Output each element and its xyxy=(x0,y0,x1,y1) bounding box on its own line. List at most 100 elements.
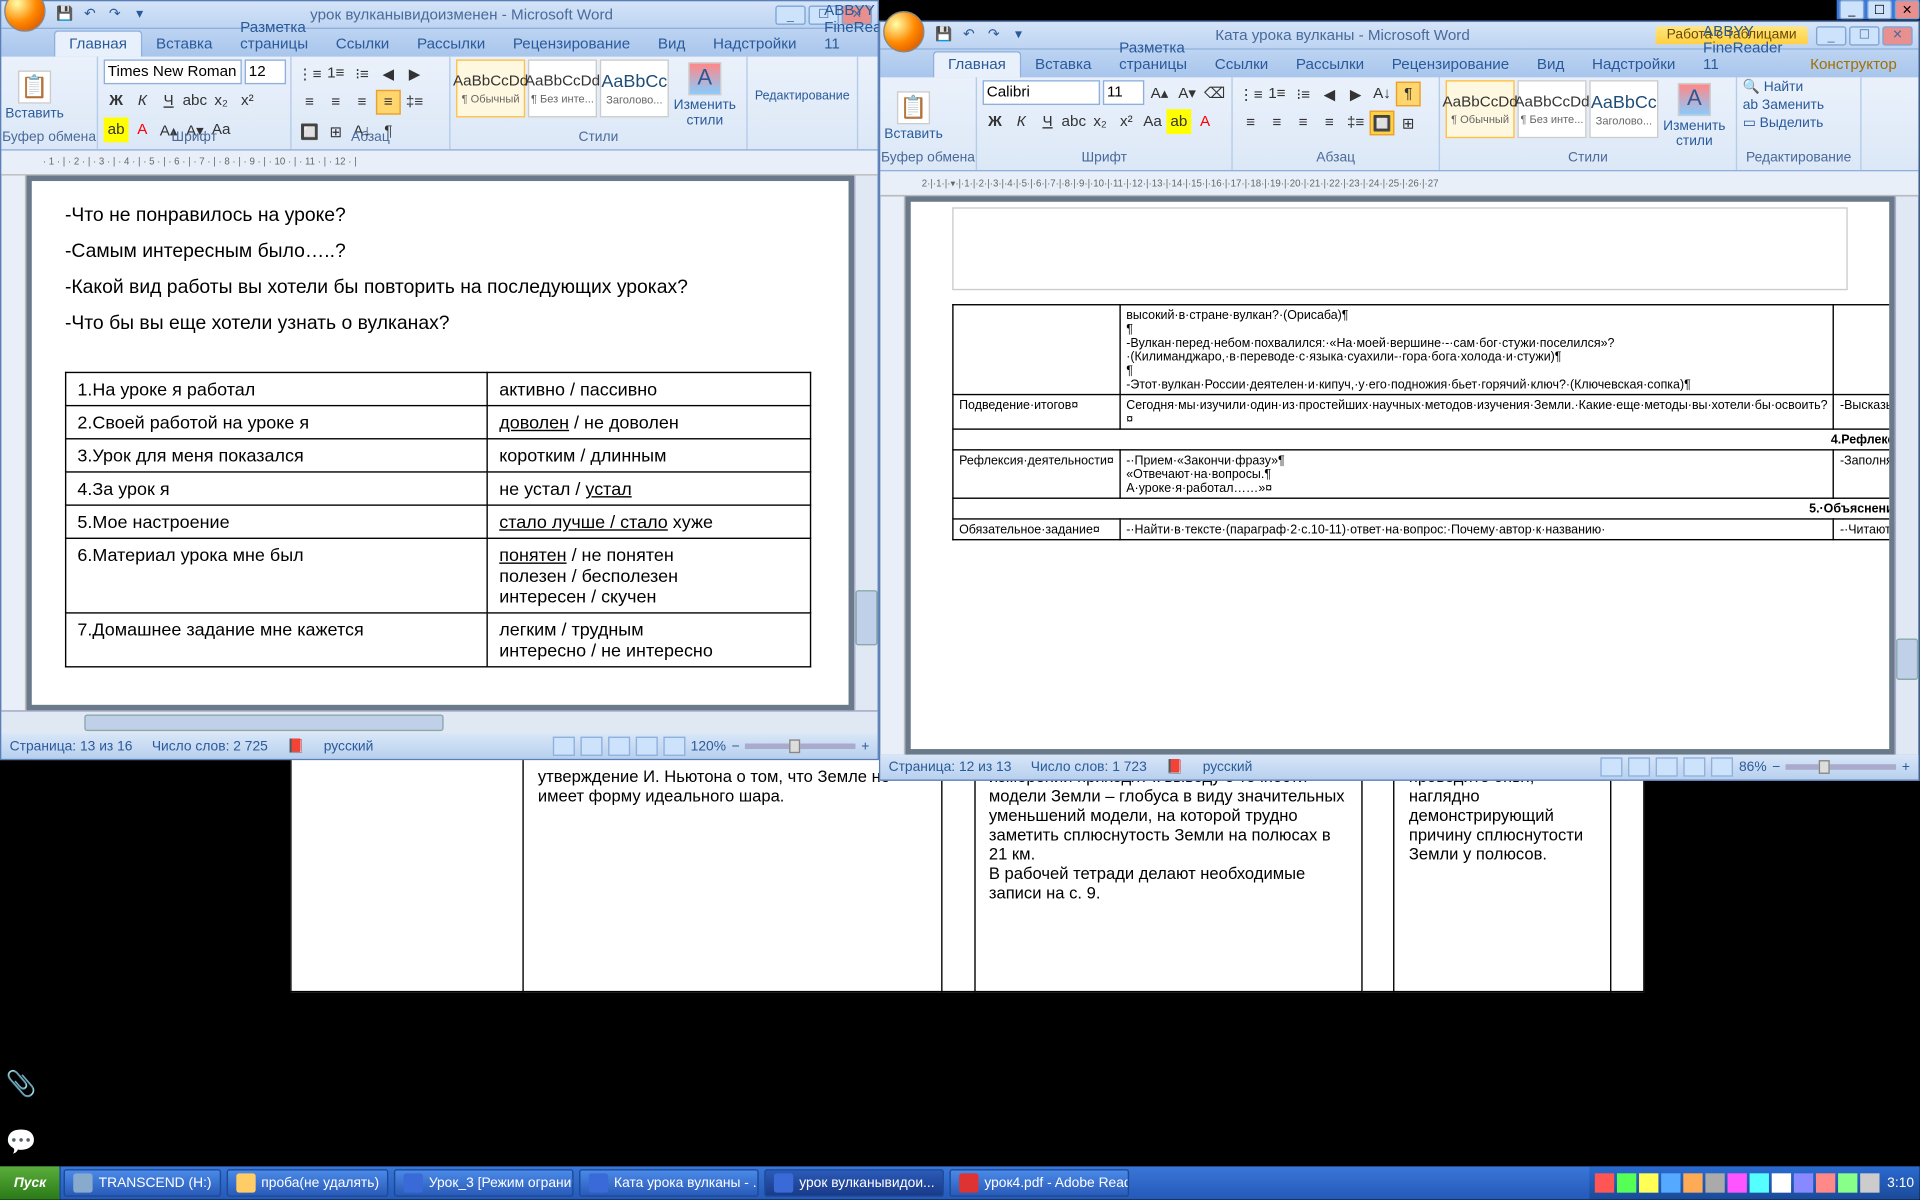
status-proofing-icon[interactable]: 📕 xyxy=(1166,759,1183,774)
paste-button[interactable]: 📋Вставить xyxy=(886,80,941,152)
tray-icon[interactable] xyxy=(1616,1173,1635,1192)
vertical-ruler[interactable] xyxy=(1,176,26,711)
clear-format-button[interactable]: ⌫ xyxy=(1202,80,1227,105)
justify-button[interactable]: ≡ xyxy=(376,90,401,115)
tab-refs[interactable]: Ссылки xyxy=(322,32,403,57)
desktop-minimize[interactable]: _ xyxy=(1839,0,1864,19)
document-page[interactable]: высокий·в·стране·вулкан?·(Орисаба)¶ ¶ -В… xyxy=(911,202,1889,749)
tab-design[interactable]: Конструктор xyxy=(1796,53,1910,78)
italic-button[interactable]: К xyxy=(1009,109,1034,134)
view-web[interactable] xyxy=(608,737,630,756)
system-tray[interactable]: 3:10 xyxy=(1589,1166,1920,1199)
status-lang[interactable]: русский xyxy=(1203,759,1253,774)
taskbar-item[interactable]: проба(не удалять) xyxy=(227,1169,389,1197)
change-case-button[interactable]: Aa xyxy=(1140,109,1165,134)
select-button[interactable]: ▭ Выделить xyxy=(1743,116,1824,131)
horizontal-ruler[interactable]: 2·|·1·|·▾·|·1·|·2·|·3·|·4·|·5·|·6·|·7·|·… xyxy=(880,171,1918,196)
tray-icon[interactable] xyxy=(1683,1173,1702,1192)
undo-icon[interactable]: ↶ xyxy=(958,24,980,46)
find-button[interactable]: 🔍 Найти xyxy=(1743,80,1804,95)
undo-icon[interactable]: ↶ xyxy=(79,3,101,25)
view-outline[interactable] xyxy=(1684,757,1706,776)
view-reading[interactable] xyxy=(580,737,602,756)
zoom-slider[interactable] xyxy=(745,744,856,750)
vertical-ruler[interactable] xyxy=(880,196,905,754)
subscript-button[interactable]: x₂ xyxy=(1088,109,1113,134)
status-lang[interactable]: русский xyxy=(324,739,374,754)
tab-review[interactable]: Рецензирование xyxy=(499,32,644,57)
style-no-spacing[interactable]: AaBbCcDd¶ Без инте... xyxy=(1517,80,1586,138)
multilevel-button[interactable]: ⁝≡ xyxy=(1291,82,1316,107)
multilevel-button[interactable]: ⁝≡ xyxy=(350,61,375,86)
zoom-out-button[interactable]: − xyxy=(1772,759,1780,774)
font-color-button[interactable]: A xyxy=(1193,109,1218,134)
tray-icon[interactable] xyxy=(1661,1173,1680,1192)
save-icon[interactable]: 💾 xyxy=(54,3,76,25)
tab-mail[interactable]: Рассылки xyxy=(403,32,499,57)
tab-table-layout[interactable]: Макет xyxy=(1911,53,1920,78)
tray-icon[interactable] xyxy=(1860,1173,1879,1192)
zoom-out-button[interactable]: − xyxy=(732,739,740,754)
underline-button[interactable]: Ч xyxy=(1035,109,1060,134)
status-page[interactable]: Страница: 13 из 16 xyxy=(10,739,133,754)
style-heading[interactable]: AaBbCcЗаголово... xyxy=(1589,80,1658,138)
style-normal[interactable]: AaBbCcDd¶ Обычный xyxy=(456,59,525,117)
qat-more-icon[interactable]: ▾ xyxy=(129,3,151,25)
tab-addins[interactable]: Надстройки xyxy=(699,32,810,57)
font-size-combo[interactable]: 11 xyxy=(1103,80,1144,105)
horizontal-scrollbar[interactable] xyxy=(1,710,877,733)
start-button[interactable]: Пуск xyxy=(0,1166,61,1199)
highlight-button[interactable]: ab xyxy=(1166,109,1191,134)
underline-button[interactable]: Ч xyxy=(156,88,181,113)
office-button[interactable] xyxy=(4,0,45,32)
view-outline[interactable] xyxy=(635,737,657,756)
align-left-button[interactable]: ≡ xyxy=(297,90,322,115)
shrink-font-button[interactable]: A▾ xyxy=(1175,80,1200,105)
bullets-button[interactable]: ⋮≡ xyxy=(297,61,322,86)
maximize-button[interactable]: ☐ xyxy=(1849,26,1879,45)
taskbar-item[interactable]: урок4.pdf - Adobe Reader xyxy=(950,1169,1130,1197)
align-center-button[interactable]: ≡ xyxy=(1265,111,1290,136)
zoom-level[interactable]: 86% xyxy=(1739,759,1767,774)
zoom-in-button[interactable]: + xyxy=(1902,759,1910,774)
line-spacing-button[interactable]: ‡≡ xyxy=(402,90,427,115)
tab-addins[interactable]: Надстройки xyxy=(1578,53,1689,78)
tab-view[interactable]: Вид xyxy=(1523,53,1578,78)
justify-button[interactable]: ≡ xyxy=(1317,111,1342,136)
tray-icon[interactable] xyxy=(1771,1173,1790,1192)
align-right-button[interactable]: ≡ xyxy=(1291,111,1316,136)
style-no-spacing[interactable]: AaBbCcDd¶ Без инте... xyxy=(528,59,597,117)
horizontal-ruler[interactable]: · 1 · | · 2 · | · 3 · | · 4 · | · 5 · | … xyxy=(1,151,877,176)
sort-button[interactable]: A↓ xyxy=(1370,82,1395,107)
tab-layout[interactable]: Разметка страницы xyxy=(1105,36,1201,77)
view-draft[interactable] xyxy=(663,737,685,756)
zoom-slider[interactable] xyxy=(1786,764,1897,770)
clock[interactable]: 3:10 xyxy=(1887,1175,1914,1190)
taskbar-item-active[interactable]: урок вулканывидои... xyxy=(765,1169,945,1197)
zoom-level[interactable]: 120% xyxy=(691,739,726,754)
tray-icon[interactable] xyxy=(1815,1173,1834,1192)
taskbar-item[interactable]: Ката урока вулканы - ... xyxy=(579,1169,759,1197)
desktop-maximize[interactable]: ☐ xyxy=(1867,0,1892,19)
tab-home[interactable]: Главная xyxy=(54,30,142,56)
close-button[interactable]: ✕ xyxy=(1882,26,1912,45)
minimize-button[interactable]: _ xyxy=(1816,26,1846,45)
change-styles-button[interactable]: AИзменить стили xyxy=(672,59,738,131)
replace-button[interactable]: ab Заменить xyxy=(1743,98,1824,113)
tab-view[interactable]: Вид xyxy=(644,32,699,57)
paste-button[interactable]: 📋Вставить xyxy=(7,59,62,131)
bold-button[interactable]: Ж xyxy=(983,109,1008,134)
tray-icon[interactable] xyxy=(1837,1173,1856,1192)
tab-layout[interactable]: Разметка страницы xyxy=(226,15,322,56)
tray-icon[interactable] xyxy=(1594,1173,1613,1192)
tab-refs[interactable]: Ссылки xyxy=(1201,53,1282,78)
minimize-button[interactable]: _ xyxy=(775,5,805,24)
font-name-combo[interactable]: Times New Roman xyxy=(104,59,242,84)
numbering-button[interactable]: 1≡ xyxy=(1265,82,1290,107)
strike-button[interactable]: abc xyxy=(182,88,207,113)
borders-button[interactable]: ⊞ xyxy=(1396,111,1421,136)
numbering-button[interactable]: 1≡ xyxy=(323,61,348,86)
status-page[interactable]: Страница: 12 из 13 xyxy=(889,759,1012,774)
subscript-button[interactable]: x₂ xyxy=(209,88,234,113)
vertical-scrollbar[interactable] xyxy=(1895,196,1918,754)
